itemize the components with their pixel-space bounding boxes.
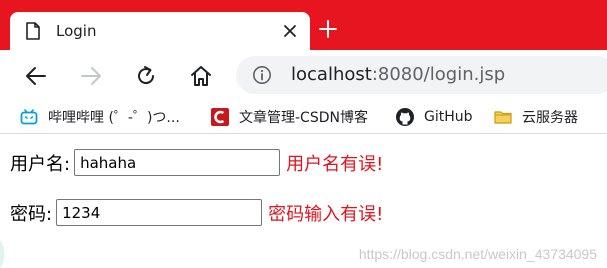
reload-icon[interactable] xyxy=(134,64,158,88)
username-error: 用户名有误! xyxy=(286,153,384,175)
page-icon xyxy=(26,22,40,40)
tab-login[interactable]: Login xyxy=(10,12,310,50)
address-path: :8080/login.jsp xyxy=(371,64,506,85)
forward-arrow-icon[interactable] xyxy=(79,64,103,88)
password-label: 密码: xyxy=(10,203,53,225)
password-error: 密码输入有误! xyxy=(268,203,384,225)
bookmark-bilibili[interactable]: 哔哩哔哩 (゜-゜)つ... xyxy=(20,106,180,128)
page-content: 用户名: 用户名有误! 密码: 密码输入有误! https://blog.csd… xyxy=(0,135,607,268)
folder-icon xyxy=(494,111,512,124)
info-icon[interactable] xyxy=(252,65,272,85)
username-input[interactable] xyxy=(74,149,281,176)
github-icon xyxy=(396,108,414,126)
bookmark-label: 云服务器 xyxy=(522,110,578,126)
address-bar[interactable]: localhost:8080/login.jsp xyxy=(236,56,607,94)
bilibili-icon xyxy=(20,109,38,125)
close-icon[interactable] xyxy=(282,23,298,39)
bookmark-cloud-server[interactable]: 云服务器 xyxy=(494,106,578,128)
password-input[interactable] xyxy=(56,199,263,226)
bookmarks-bar: 哔哩哔哩 (゜-゜)つ... 文章管理-CSDN博客 GitHub 云服务器 xyxy=(0,100,607,134)
tab-strip: Login xyxy=(0,0,607,50)
back-arrow-icon[interactable] xyxy=(24,64,48,88)
address-url[interactable]: localhost:8080/login.jsp xyxy=(291,64,505,85)
address-host: localhost xyxy=(291,64,372,85)
toolbar: localhost:8080/login.jsp xyxy=(0,50,607,100)
watermark: https://blog.csdn.net/weixin_43734095 xyxy=(358,246,597,262)
corner-decoration xyxy=(0,240,5,268)
bookmark-label: 哔哩哔哩 (゜-゜)つ... xyxy=(48,110,180,126)
bookmark-csdn[interactable]: 文章管理-CSDN博客 xyxy=(211,106,368,128)
plus-icon[interactable] xyxy=(319,20,337,38)
bookmark-github[interactable]: GitHub xyxy=(396,106,473,128)
bookmark-label: GitHub xyxy=(424,109,473,125)
csdn-icon xyxy=(211,108,229,126)
tab-title: Login xyxy=(56,22,97,40)
username-label: 用户名: xyxy=(10,153,71,175)
bookmark-label: 文章管理-CSDN博客 xyxy=(239,110,368,126)
password-row: 密码: 密码输入有误! xyxy=(10,199,383,226)
home-icon[interactable] xyxy=(189,64,213,88)
username-row: 用户名: 用户名有误! xyxy=(10,149,383,176)
